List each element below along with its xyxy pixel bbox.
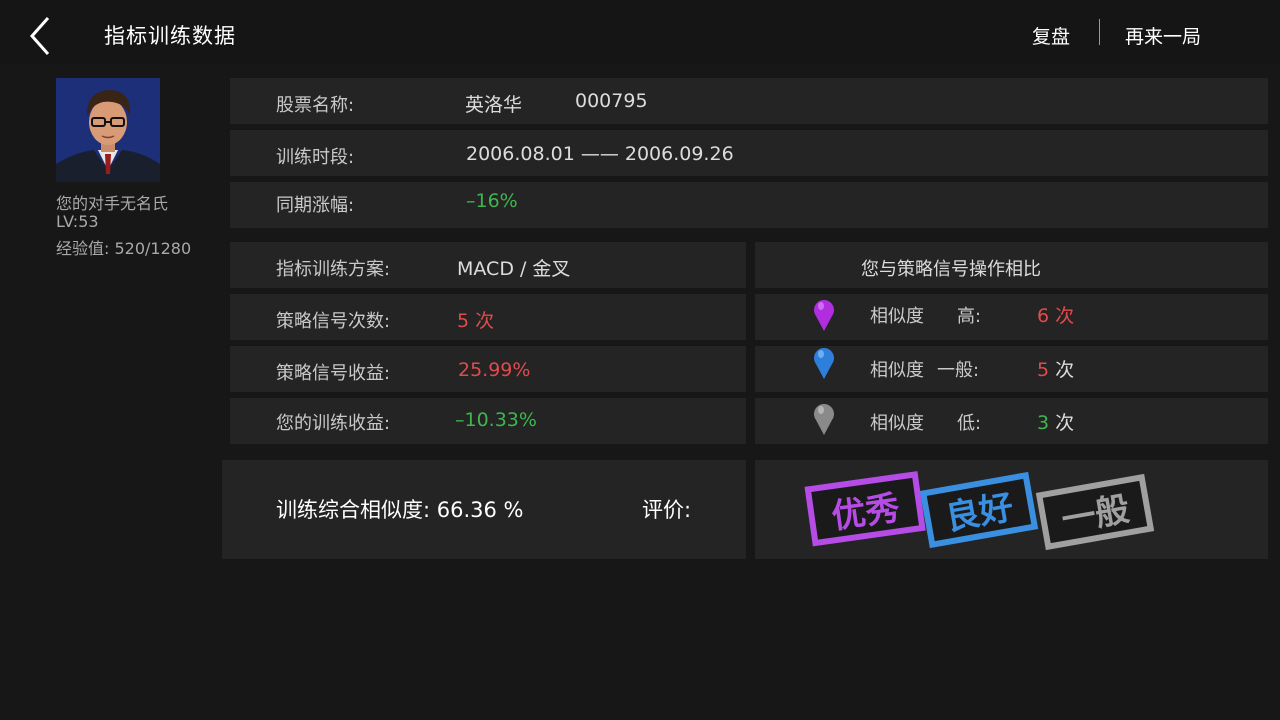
period-row: 训练时段: 2006.08.01 —— 2006.09.26 (230, 130, 1268, 176)
replay-button[interactable]: 复盘 (1032, 22, 1070, 49)
experience-label: 经验值: (56, 239, 110, 258)
similarity-label: 相似度 (870, 413, 924, 434)
page-title: 指标训练数据 (104, 24, 236, 48)
rating-excellent-stamp: 优秀 (804, 471, 926, 547)
player-level: LV:53 (56, 212, 99, 231)
rating-panel: 优秀 良好 一般 (755, 460, 1268, 559)
similarity-count-unit: 次 (1055, 305, 1075, 327)
your-return-value: –10.33% (455, 409, 537, 431)
rating-average-stamp: 一般 (1035, 473, 1155, 551)
overall-similarity-label: 训练综合相似度: (276, 498, 431, 522)
period-label: 训练时段: (276, 147, 355, 168)
similarity-level: 一般: (937, 360, 980, 381)
experience: 经验值: 520/1280 (56, 235, 191, 259)
stock-name-label: 股票名称: (276, 95, 355, 116)
change-value: –16% (466, 190, 518, 212)
back-icon[interactable] (22, 14, 58, 58)
comparison-title-row: 您与策略信号操作相比 (755, 242, 1268, 288)
summary-panel: 训练综合相似度: 66.36 % 评价: (222, 460, 746, 559)
overall-similarity: 训练综合相似度: 66.36 % (276, 494, 524, 524)
signal-return-value: 25.99% (458, 359, 531, 381)
similarity-count: 3 次 (1037, 408, 1074, 435)
similarity-level: 高: (957, 306, 982, 327)
change-label: 同期涨幅: (276, 195, 355, 216)
signal-count-label: 策略信号次数: (276, 311, 391, 332)
rating-stamps: 优秀 良好 一般 (804, 471, 1155, 551)
period-value: 2006.08.01 —— 2006.09.26 (466, 143, 734, 165)
comparison-title: 您与策略信号操作相比 (861, 259, 1041, 280)
opponent-name: 您的对手无名氏 (56, 194, 169, 213)
rating-good-stamp: 良好 (919, 471, 1039, 549)
plan-value: MACD / 金叉 (457, 258, 571, 280)
stock-name: 英洛华 (465, 94, 523, 116)
stock-name-row: 股票名称: 英洛华 000795 (230, 78, 1268, 124)
signal-count-value: 5 次 (457, 310, 495, 332)
signal-return-label: 策略信号收益: (276, 363, 391, 384)
gray-pin-icon (812, 400, 836, 436)
avatar (56, 78, 160, 182)
similarity-count-number: 3 (1037, 412, 1050, 434)
plan-row: 指标训练方案: MACD / 金叉 (230, 242, 746, 288)
signal-return-row: 策略信号收益: 25.99% (230, 346, 746, 392)
play-again-button[interactable]: 再来一局 (1125, 22, 1201, 49)
experience-value: 520/1280 (114, 239, 192, 258)
similarity-count-unit: 次 (1055, 412, 1075, 434)
divider (1099, 19, 1100, 45)
similarity-label: 相似度 (870, 360, 924, 381)
change-row: 同期涨幅: –16% (230, 182, 1268, 228)
similarity-count-number: 6 (1037, 305, 1050, 327)
similarity-count-number: 5 (1037, 359, 1050, 381)
similarity-count: 6 次 (1037, 301, 1074, 328)
overall-similarity-value: 66.36 % (436, 498, 524, 522)
similarity-count: 5 次 (1037, 355, 1074, 382)
similarity-count-unit: 次 (1055, 359, 1075, 381)
plan-label: 指标训练方案: (276, 259, 391, 280)
your-return-row: 您的训练收益: –10.33% (230, 398, 746, 444)
signal-count-row: 策略信号次数: 5 次 (230, 294, 746, 340)
similarity-level: 低: (957, 413, 982, 434)
rating-label: 评价: (642, 498, 692, 522)
top-bar: 指标训练数据 复盘 再来一局 (0, 0, 1280, 64)
purple-pin-icon (812, 296, 836, 332)
blue-pin-icon (812, 344, 836, 380)
your-return-label: 您的训练收益: (276, 413, 391, 434)
stock-code: 000795 (575, 90, 648, 112)
similarity-label: 相似度 (870, 306, 924, 327)
